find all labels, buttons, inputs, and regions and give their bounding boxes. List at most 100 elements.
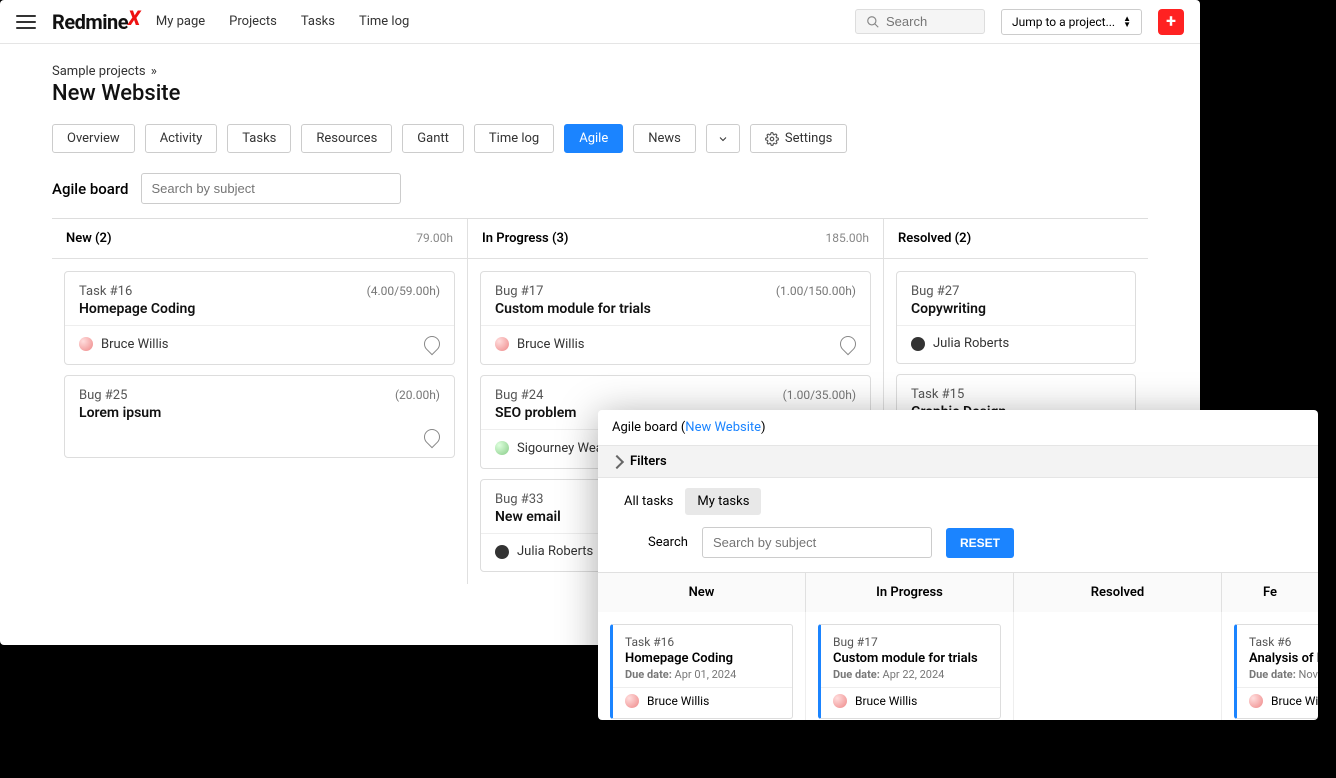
top-nav: My page Projects Tasks Time log: [156, 14, 409, 29]
card-footer: Julia Roberts: [911, 336, 1121, 351]
card-ref: Task #15: [911, 387, 964, 402]
chevron-down-icon: [717, 133, 729, 145]
card-footer: Bruce Willis: [79, 336, 440, 352]
reset-button[interactable]: RESET: [946, 528, 1014, 558]
overlay-card-due: Due date: Apr 01, 2024: [625, 668, 780, 681]
overlay-card-ref: Task #6: [1249, 635, 1318, 649]
tab-resources[interactable]: Resources: [301, 124, 392, 153]
overlay-column-headers: NewIn ProgressResolvedFe: [598, 572, 1318, 612]
tab-more-dropdown[interactable]: [706, 124, 740, 153]
gear-icon: [765, 132, 779, 146]
overlay-column-header: In Progress: [806, 573, 1014, 612]
board-card[interactable]: Task #16(4.00/59.00h)Homepage CodingBruc…: [64, 271, 455, 365]
tab-news[interactable]: News: [633, 124, 696, 153]
card-ref: Bug #17: [495, 284, 543, 299]
add-button[interactable]: +: [1158, 9, 1184, 35]
avatar-icon: [1249, 694, 1263, 708]
avatar-icon: [625, 694, 639, 708]
filter-all-tasks[interactable]: All tasks: [612, 488, 685, 515]
avatar-icon: [79, 337, 93, 351]
card-ref: Bug #24: [495, 388, 543, 403]
card-subject: Lorem ipsum: [79, 405, 440, 421]
overlay-project-link[interactable]: New Website: [685, 420, 761, 435]
overlay-card-column: Task #16Homepage CodingDue date: Apr 01,…: [598, 612, 806, 720]
nav-tasks[interactable]: Tasks: [301, 14, 335, 29]
card-footer: Bruce Willis: [495, 336, 856, 352]
comment-icon[interactable]: [421, 333, 444, 356]
overlay-breadcrumb: Agile board (New Website): [598, 410, 1318, 445]
column-header: In Progress (3) 185.00h: [468, 219, 883, 259]
filters-toggle[interactable]: Filters: [598, 445, 1318, 478]
breadcrumb-separator: »: [151, 64, 157, 79]
board-title: Agile board: [52, 180, 129, 198]
hamburger-menu-icon[interactable]: [16, 12, 36, 32]
overlay-cards-row: Task #16Homepage CodingDue date: Apr 01,…: [598, 612, 1318, 720]
card-ref: Bug #33: [495, 492, 543, 507]
overlay-card-due: Due date: Apr 22, 2024: [833, 668, 988, 681]
board-card[interactable]: Bug #27 Copywriting Julia Roberts: [896, 271, 1136, 364]
overlay-title-suffix: ): [761, 420, 766, 435]
comment-icon[interactable]: [837, 333, 860, 356]
card-ref: Bug #27: [911, 284, 959, 299]
column-name: New (2): [66, 231, 112, 246]
avatar-icon: [495, 545, 509, 559]
column-hours: 79.00h: [416, 231, 453, 246]
global-search[interactable]: [855, 9, 985, 34]
tab-time-log[interactable]: Time log: [474, 124, 554, 153]
logo-suffix: X: [128, 6, 140, 30]
nav-projects[interactable]: Projects: [229, 14, 277, 29]
project-tabs: Overview Activity Tasks Resources Gantt …: [52, 124, 1148, 153]
overlay-search-row: Search RESET: [598, 515, 1318, 572]
filter-my-tasks[interactable]: My tasks: [685, 488, 761, 515]
card-subject: Custom module for trials: [495, 301, 856, 317]
card-subject: Copywriting: [911, 301, 1121, 317]
column-name: Resolved (2): [898, 231, 971, 246]
tab-agile[interactable]: Agile: [564, 124, 623, 153]
logo-text: Redmine: [52, 10, 128, 34]
tab-tasks[interactable]: Tasks: [227, 124, 291, 153]
column-name: In Progress (3): [482, 231, 568, 246]
overlay-card-subject: Custom module for trials: [833, 651, 988, 666]
card-assignee: Julia Roberts: [933, 336, 1009, 351]
overlay-search-input[interactable]: [702, 527, 932, 558]
breadcrumb-parent[interactable]: Sample projects: [52, 64, 146, 79]
nav-time-log[interactable]: Time log: [359, 14, 409, 29]
overlay-card-assignee: Bruce Wil: [1271, 694, 1318, 708]
overlay-card-subject: Analysis of R: [1249, 651, 1318, 666]
search-input[interactable]: [886, 14, 974, 29]
card-ref: Bug #25: [79, 388, 127, 403]
board-card[interactable]: Bug #25(20.00h)Lorem ipsum: [64, 375, 455, 458]
tab-settings[interactable]: Settings: [750, 124, 847, 153]
overlay-column-header: Resolved: [1014, 573, 1222, 612]
tab-gantt[interactable]: Gantt: [402, 124, 464, 153]
board-search-input[interactable]: [141, 173, 401, 204]
jump-to-project-dropdown[interactable]: Jump to a project... ▲▼: [1001, 9, 1142, 35]
card-assignee: Julia Roberts: [517, 544, 593, 559]
overlay-search-label: Search: [648, 535, 688, 550]
overlay-card-column: [1014, 612, 1222, 720]
overlay-card-assignee: Bruce Willis: [647, 694, 709, 708]
board-card[interactable]: Bug #17(1.00/150.00h)Custom module for t…: [480, 271, 871, 365]
overlay-card[interactable]: Task #16Homepage CodingDue date: Apr 01,…: [610, 624, 793, 719]
card-ref: Task #16: [79, 284, 132, 299]
tab-overview[interactable]: Overview: [52, 124, 135, 153]
overlay-card[interactable]: Bug #17 Custom module for trials Due date:…: [818, 624, 1001, 719]
filter-tabs: All tasks My tasks: [598, 478, 1318, 515]
column-hours: 185.00h: [826, 231, 870, 246]
app-logo: RedmineX: [52, 10, 140, 34]
overlay-card-ref: Bug #17: [833, 635, 988, 649]
filters-label: Filters: [630, 454, 667, 469]
search-icon: [866, 15, 880, 29]
chevron-right-icon: [610, 454, 624, 468]
nav-my-page[interactable]: My page: [156, 14, 205, 29]
column-header: Resolved (2): [884, 219, 1148, 259]
overlay-card-due: Due date: Nov: [1249, 668, 1318, 681]
overlay-card[interactable]: Task #6 Analysis of R Due date: Nov Bruce W…: [1234, 624, 1318, 719]
updown-icon: ▲▼: [1123, 16, 1131, 28]
tab-activity[interactable]: Activity: [145, 124, 218, 153]
page-title: New Website: [52, 81, 1148, 106]
comment-icon[interactable]: [421, 426, 444, 449]
top-bar: RedmineX My page Projects Tasks Time log…: [0, 0, 1200, 44]
card-footer: [79, 429, 440, 445]
overlay-column-header: Fe: [1222, 573, 1318, 612]
